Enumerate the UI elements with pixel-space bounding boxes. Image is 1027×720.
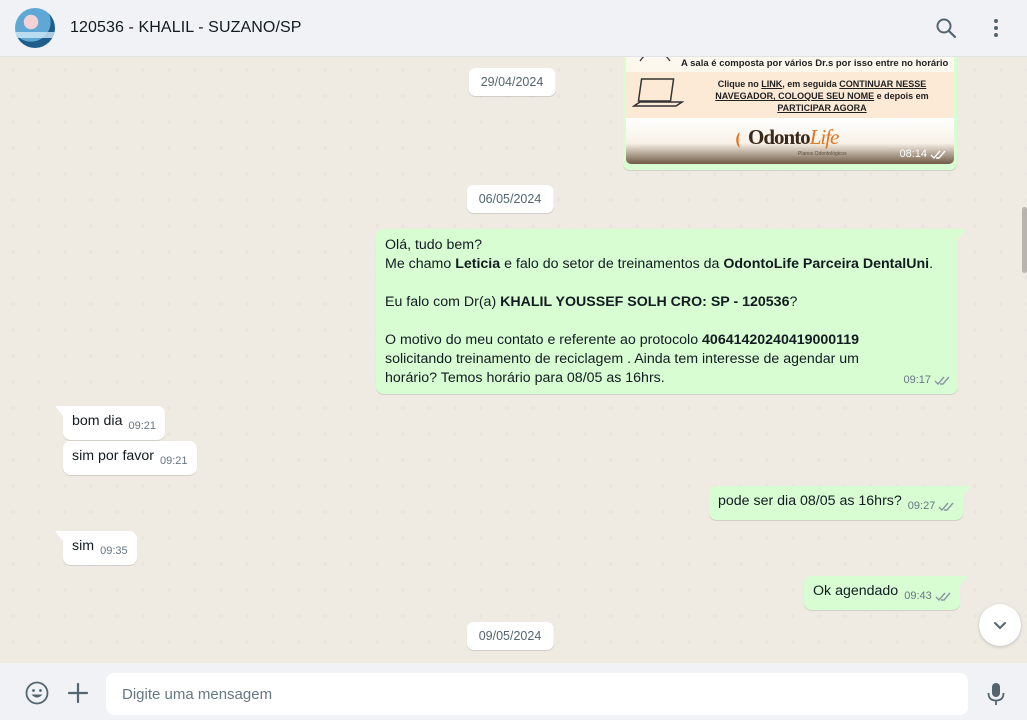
date-separator: 09/05/2024 xyxy=(466,622,554,650)
plus-icon[interactable] xyxy=(65,680,91,706)
date-separator: 29/04/2024 xyxy=(468,68,556,96)
message-time: 08:14 xyxy=(899,148,946,160)
image-text-line1: A sala é composta por vários Dr.s por is… xyxy=(681,58,949,69)
incoming-message[interactable]: bom dia 09:21 xyxy=(54,406,166,440)
message-meta: 09:35 xyxy=(100,545,128,557)
outgoing-message[interactable]: Olá, tudo bem? Me chamo Leticia e falo d… xyxy=(376,229,966,394)
message-meta: 09:43 xyxy=(904,587,951,606)
double-check-icon xyxy=(938,502,954,512)
message-meta: 09:27 xyxy=(908,497,955,516)
image-text-line2: Clique no LINK, em seguida CONTINUAR NES… xyxy=(715,79,929,113)
chat-header: 120536 - KHALIL - SUZANO/SP xyxy=(0,0,1027,57)
avatar[interactable] xyxy=(15,8,55,48)
outgoing-message[interactable]: Ok agendado 09:43 xyxy=(804,576,968,610)
chat-area[interactable]: A sala é composta por vários Dr.s por is… xyxy=(0,57,1027,663)
image-message[interactable]: A sala é composta por vários Dr.s por is… xyxy=(623,57,957,170)
message-meta: 09:21 xyxy=(128,420,157,432)
scroll-down-button[interactable] xyxy=(979,604,1021,646)
laptop-icon xyxy=(632,78,684,107)
image-footer: OdontoLife Planos Odontológicos 08:14 xyxy=(626,118,954,164)
logo-subtitle: Planos Odontológicos xyxy=(798,151,847,157)
person-icon xyxy=(639,57,671,62)
emoji-icon[interactable] xyxy=(24,680,50,706)
outgoing-message[interactable]: pode ser dia 08/05 as 16hrs? 09:27 xyxy=(709,486,972,520)
contact-name[interactable]: 120536 - KHALIL - SUZANO/SP xyxy=(70,19,302,37)
menu-icon[interactable] xyxy=(984,16,1008,40)
image-content[interactable]: A sala é composta por vários Dr.s por is… xyxy=(626,57,954,164)
mic-icon[interactable] xyxy=(983,681,1009,707)
double-check-icon xyxy=(930,150,946,159)
search-icon[interactable] xyxy=(934,16,958,40)
message-meta: 09:17 xyxy=(903,371,950,390)
double-check-icon xyxy=(934,376,950,386)
incoming-message[interactable]: sim 09:35 xyxy=(55,531,137,565)
image-instructions-box: Clique no LINK, em seguida CONTINUAR NES… xyxy=(626,72,954,118)
message-input[interactable] xyxy=(106,673,968,715)
odontolife-logo: OdontoLife xyxy=(748,125,839,149)
composer-bar xyxy=(0,663,1027,720)
scrollbar-thumb[interactable] xyxy=(1022,207,1027,273)
message-meta: 09:21 xyxy=(160,455,188,467)
double-check-icon xyxy=(935,592,951,602)
date-separator: 06/05/2024 xyxy=(466,185,554,213)
incoming-message[interactable]: sim por favor 09:21 xyxy=(63,441,197,475)
chevron-down-icon xyxy=(994,622,1006,630)
